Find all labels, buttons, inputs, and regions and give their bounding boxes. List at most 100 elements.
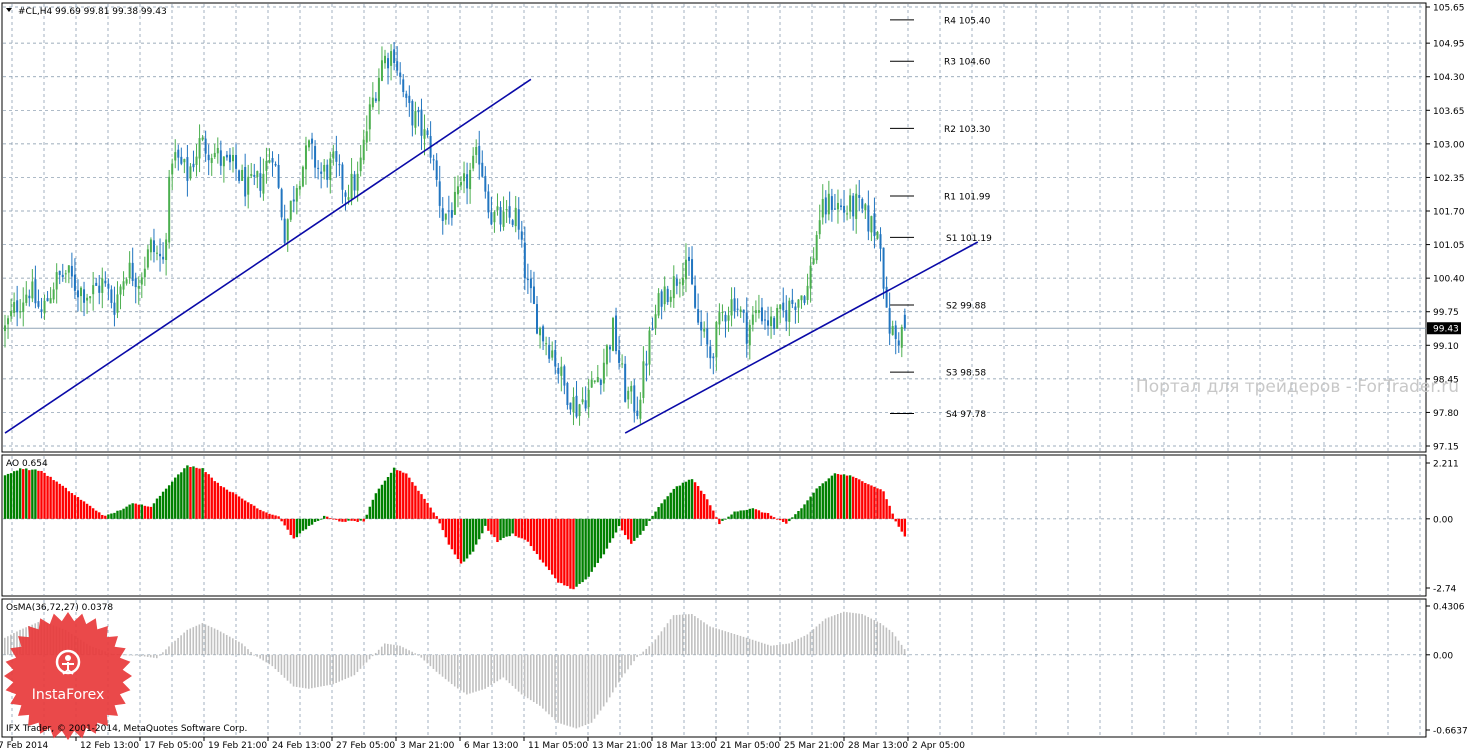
ao-bar <box>481 518 484 534</box>
ao-bar <box>459 518 463 564</box>
price-panel[interactable]: R4 105.40 R3 104.60 R2 103.30 R1 101.99 S1 1… <box>1 2 1465 453</box>
bull-candle <box>456 186 459 195</box>
bear-candle <box>548 344 551 359</box>
osma-bar <box>423 654 426 661</box>
osma-bar <box>894 636 897 655</box>
bull-candle <box>298 185 301 190</box>
ao-bar <box>277 516 280 519</box>
osma-bar <box>335 654 337 683</box>
osma-bar <box>560 654 562 724</box>
bear-candle <box>292 199 295 202</box>
osma-bar <box>700 620 702 655</box>
ao-bar <box>602 518 606 555</box>
bull-candle <box>86 297 89 301</box>
ao-bar <box>368 506 371 519</box>
osma-bar <box>225 634 228 655</box>
bear-candle <box>675 278 678 286</box>
osma-bar <box>739 635 742 655</box>
bear-candle <box>238 170 241 181</box>
osma-bar <box>289 654 292 684</box>
osma-bar <box>472 654 474 693</box>
ao-bar <box>757 510 761 519</box>
ao-bar <box>310 518 314 525</box>
osma-panel[interactable]: 0.4306 0.00 -0.6637 OsMA(36,72,27) 0.0378 <box>1 598 1468 738</box>
ao-bar <box>547 518 551 571</box>
ao-bar <box>268 513 271 519</box>
osma-bar <box>456 654 459 689</box>
bull-candle <box>304 145 307 170</box>
bull-candle <box>247 176 250 195</box>
osma-bar <box>374 652 377 655</box>
ao-bar <box>198 468 201 519</box>
bull-candle <box>55 272 58 290</box>
osma-bar <box>812 629 815 655</box>
bull-candle <box>754 310 757 314</box>
ao-bar <box>195 467 198 519</box>
osma-bar <box>396 645 398 655</box>
ao-bar <box>508 518 511 537</box>
osma-bar <box>779 644 781 655</box>
ao-bar <box>12 471 16 519</box>
bear-candle <box>843 205 846 213</box>
ao-bar <box>389 472 393 519</box>
bear-candle <box>320 171 323 174</box>
bear-candle <box>37 301 40 307</box>
time-label: 18 Mar 13:00 <box>656 741 716 751</box>
osma-bar <box>311 654 313 689</box>
ao-bar <box>76 497 80 519</box>
osma-bar <box>213 628 216 655</box>
ao-bar <box>848 475 852 519</box>
ao-bar <box>715 517 718 519</box>
osma-bar <box>621 654 623 678</box>
ao-bar <box>450 518 454 550</box>
ao-bar <box>736 511 739 519</box>
ao-bar <box>900 518 903 532</box>
ao-bar <box>426 502 429 519</box>
osma-bar <box>171 643 173 655</box>
ao-bar <box>152 503 156 519</box>
ao-bar <box>699 490 703 519</box>
ao-bar <box>827 478 831 519</box>
osma-bar <box>371 654 374 657</box>
osma-bar <box>630 654 632 666</box>
trading-chart[interactable]: R4 105.40 R3 104.60 R2 103.30 R1 101.99 S1 1… <box>0 0 1468 753</box>
bull-candle <box>195 156 198 165</box>
osma-bar <box>520 654 523 695</box>
ao-bar <box>91 508 95 519</box>
bear-candle <box>894 325 897 339</box>
bull-candle <box>89 296 92 299</box>
osma-bar <box>183 632 185 655</box>
ao-bar <box>517 518 520 538</box>
ao-bar <box>316 518 320 521</box>
osma-bar <box>250 651 252 655</box>
osma-bar <box>304 654 307 689</box>
ao-bar <box>107 514 110 519</box>
osma-bar <box>642 651 644 655</box>
ao-panel[interactable]: 2.211 0.00 -2.74 AO 0.654 <box>1 454 1459 597</box>
ao-bar <box>19 468 22 519</box>
bull-candle <box>423 129 426 139</box>
time-label: 3 Mar 21:00 <box>400 741 455 751</box>
ao-bar <box>377 488 381 519</box>
bull-candle <box>365 131 368 143</box>
ao-bar <box>323 515 326 519</box>
ao-bar <box>873 486 876 519</box>
ao-bar <box>256 508 259 519</box>
osma-bar <box>776 644 778 655</box>
bull-candle <box>308 140 310 148</box>
ao-bar <box>49 476 52 519</box>
candles <box>4 41 906 426</box>
osma-bar <box>852 612 854 655</box>
osma-bar <box>253 654 255 656</box>
osma-bar <box>156 654 158 659</box>
bear-candle <box>393 49 396 64</box>
bull-candle <box>265 160 268 171</box>
ao-bar <box>55 481 58 519</box>
ao-bar <box>465 518 469 559</box>
bull-candle <box>25 294 28 303</box>
osma-bar <box>405 648 407 655</box>
osma-bar <box>247 649 249 655</box>
trendline[interactable] <box>624 241 979 434</box>
osma-bar <box>490 654 492 686</box>
bear-candle <box>228 154 231 163</box>
